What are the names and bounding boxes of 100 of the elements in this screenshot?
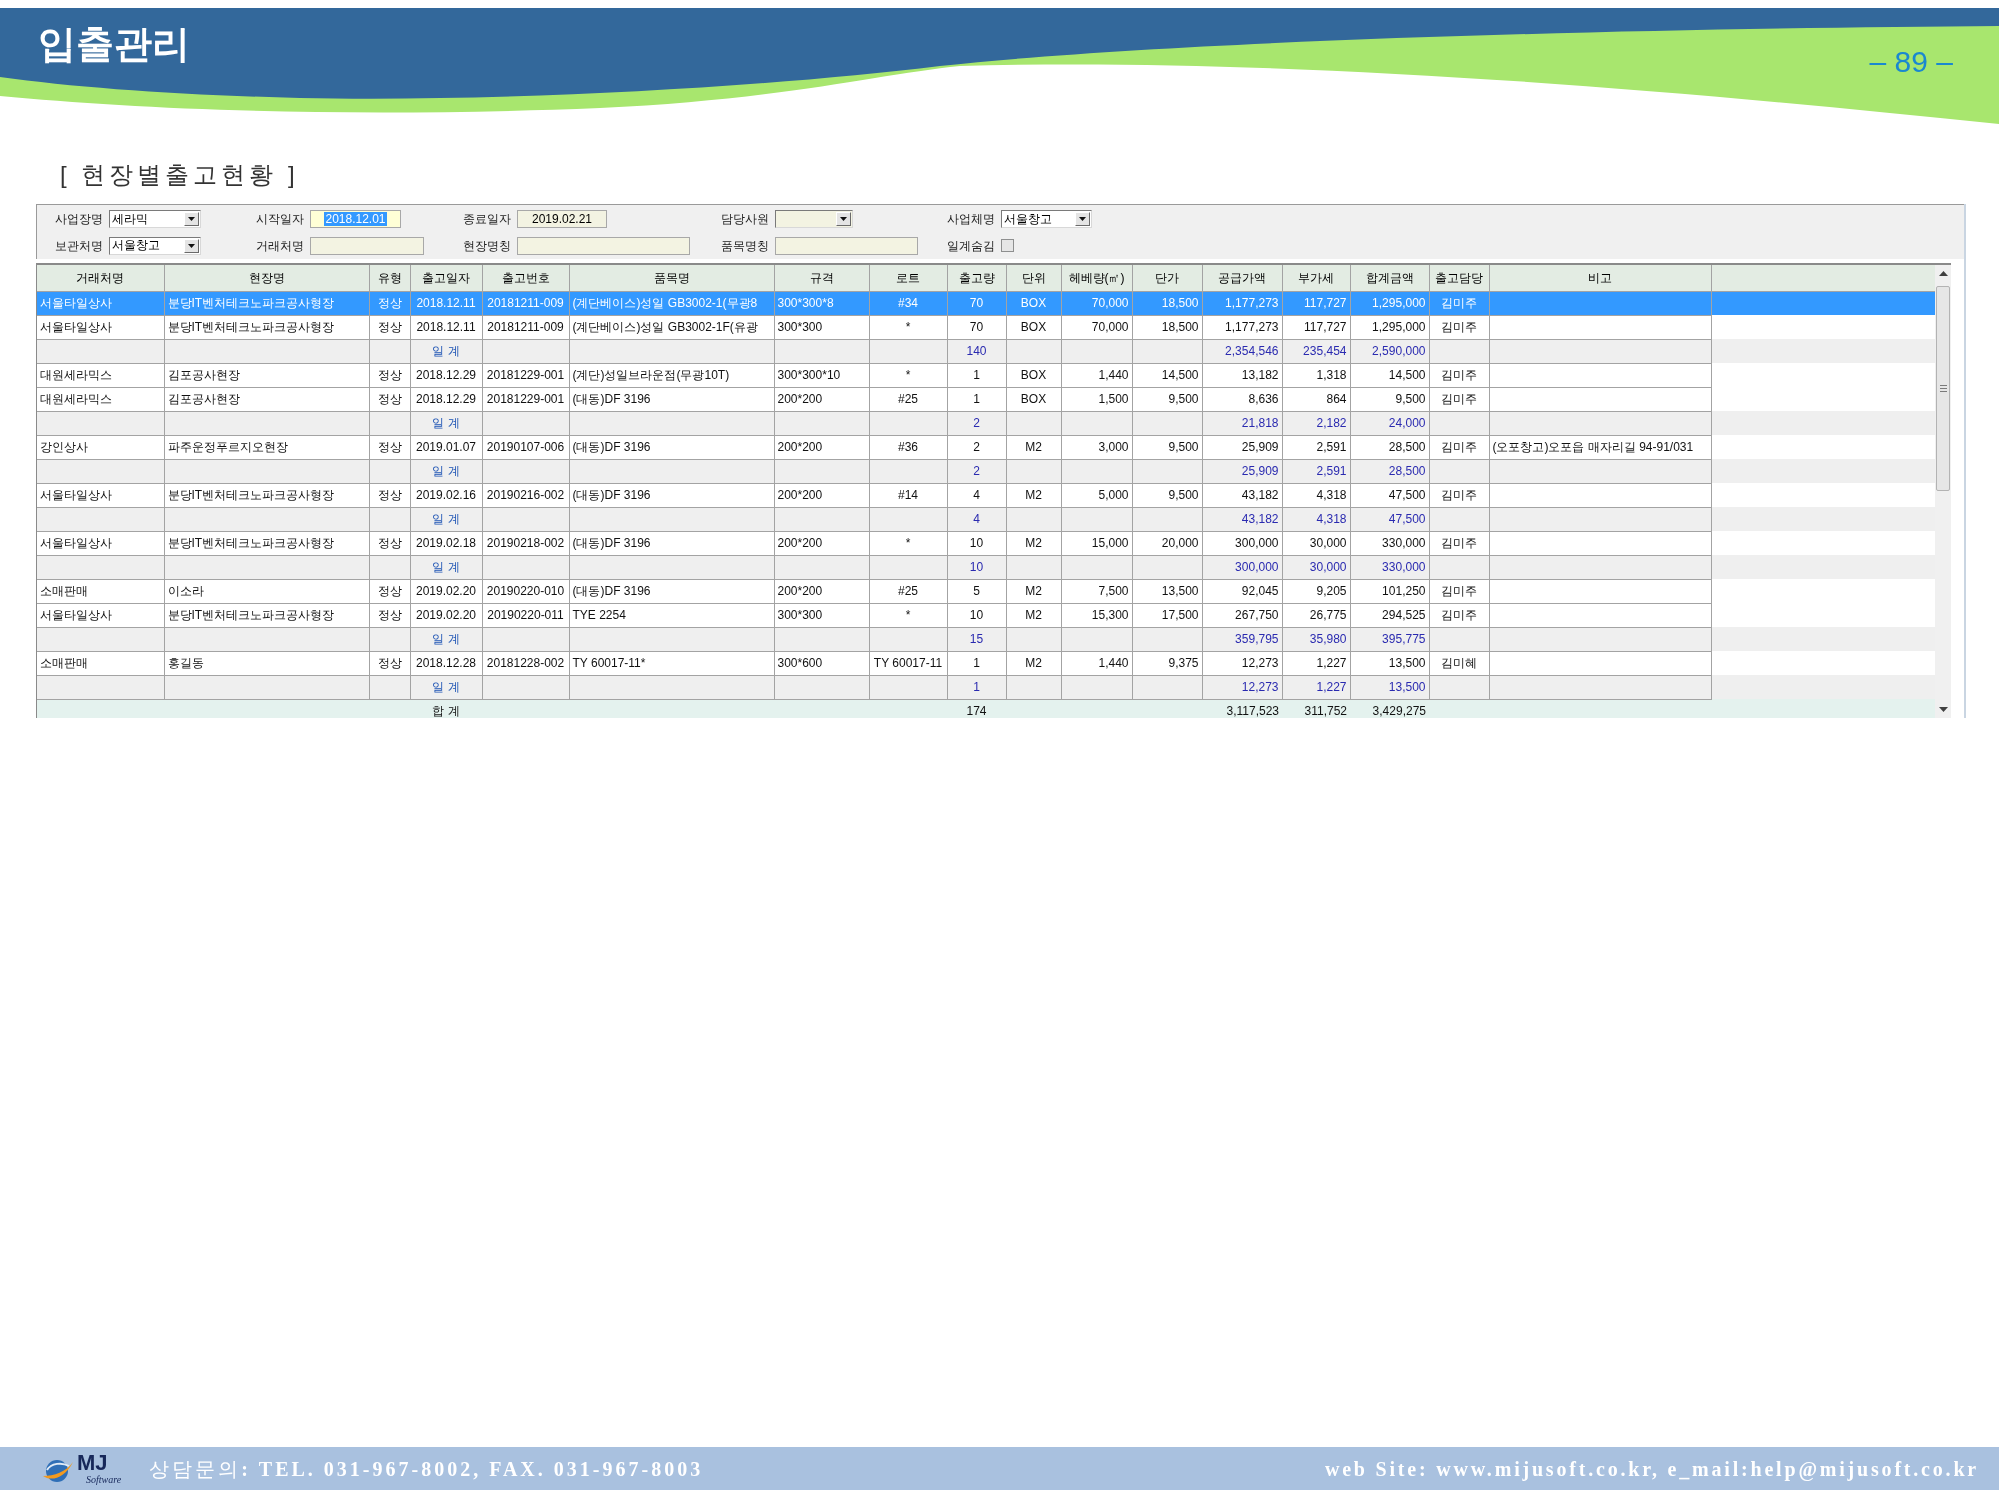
table-cell: 소매판매 [37, 579, 164, 603]
table-cell: 4,318 [1282, 483, 1350, 507]
table-cell: 5,000 [1061, 483, 1132, 507]
table-cell: 2019.02.20 [410, 579, 482, 603]
text-field[interactable] [310, 236, 424, 255]
table-cell: 20181228-002 [482, 651, 569, 675]
table-row[interactable]: 서울타일상사 분당IT벤처테크노파크공사형장 정상 2019.02.16 20190216-002 (대동)DF 3196 200*200 #14 4 M2 5,000 9,500 43,182 4,318 47,500 김미주 [37, 483, 1935, 507]
date-field[interactable]: 2019.02.21 [517, 210, 607, 228]
table-cell: 70,000 [1061, 291, 1132, 315]
table-cell: 2,591 [1282, 435, 1350, 459]
table-cell: 김미혜 [1429, 651, 1489, 675]
text-field[interactable] [517, 236, 690, 255]
table-cell: 정상 [369, 603, 410, 627]
table-cell: 1,440 [1061, 363, 1132, 387]
table-cell: 200*200 [774, 531, 869, 555]
table-cell: 1,295,000 [1350, 315, 1429, 339]
table-cell: 일 계 [410, 411, 482, 435]
table-cell: 김미주 [1429, 363, 1489, 387]
table-cell: 일 계 [410, 675, 482, 699]
combo-box[interactable] [775, 210, 853, 228]
combo-box[interactable]: 세라믹 [109, 210, 201, 228]
table-cell: 김미주 [1429, 315, 1489, 339]
table-cell: 일 계 [410, 507, 482, 531]
text-field[interactable] [775, 236, 918, 255]
table-cell: 김미주 [1429, 603, 1489, 627]
field-label: 시작일자 [256, 211, 304, 228]
table-cell: 174 [947, 699, 1006, 718]
table-cell: 2019.02.16 [410, 483, 482, 507]
table-cell: 300*300*10 [774, 363, 869, 387]
table-row[interactable]: 합 계 174 3,117,523 311,752 3,429,275 [37, 699, 1935, 718]
table-row[interactable]: 서울타일상사 분당IT벤처테크노파크공사형장 정상 2019.02.18 20190218-002 (대동)DF 3196 200*200 * 10 M2 15,000 20,000 300,000 30,000 330,000 김미주 [37, 531, 1935, 555]
table-cell: #14 [869, 483, 947, 507]
table-cell: 864 [1282, 387, 1350, 411]
table-row[interactable]: 일 계 140 2,354,546 235,454 2,590,000 [37, 339, 1935, 363]
table-cell: 1,227 [1282, 651, 1350, 675]
table-cell: 200*200 [774, 579, 869, 603]
table-cell: 1,318 [1282, 363, 1350, 387]
table-row[interactable]: 일 계 10 300,000 30,000 330,000 [37, 555, 1935, 579]
table-cell: 70,000 [1061, 315, 1132, 339]
scroll-up-icon[interactable] [1938, 271, 1948, 276]
table-row[interactable]: 일 계 2 21,818 2,182 24,000 [37, 411, 1935, 435]
table-cell: 김미주 [1429, 435, 1489, 459]
table-cell: 20190107-006 [482, 435, 569, 459]
field-label: 종료일자 [463, 211, 511, 228]
table-row[interactable]: 소매판매 홍길동 정상 2018.12.28 20181228-002 TY 60017-11* 300*600 TY 60017-11 1 M2 1,440 9,375 12,273 1,227 13,500 김미혜 [37, 651, 1935, 675]
combo-box[interactable]: 서울창고 [1001, 210, 1092, 228]
table-cell: 17,500 [1132, 603, 1202, 627]
dropdown-button[interactable] [836, 212, 851, 226]
checkbox[interactable] [1001, 239, 1014, 252]
table-cell: 2019.01.07 [410, 435, 482, 459]
table-cell: 1 [947, 363, 1006, 387]
table-cell: 일 계 [410, 339, 482, 363]
scroll-thumb[interactable] [1936, 286, 1950, 491]
dropdown-button[interactable] [1075, 212, 1090, 226]
table-cell: 2 [947, 435, 1006, 459]
table-cell: 분당IT벤처테크노파크공사형장 [164, 531, 369, 555]
table-row[interactable]: 서울타일상사 분당IT벤처테크노파크공사형장 정상 2019.02.20 20190220-011 TYE 2254 300*300 * 10 M2 15,300 17,500 267,750 26,775 294,525 김미주 [37, 603, 1935, 627]
table-row[interactable]: 일 계 2 25,909 2,591 28,500 [37, 459, 1935, 483]
table-cell: 43,182 [1202, 483, 1282, 507]
dropdown-button[interactable] [184, 238, 199, 253]
table-cell: 김포공사현장 [164, 387, 369, 411]
table-cell: (대동)DF 3196 [569, 579, 774, 603]
table-cell: 2018.12.29 [410, 387, 482, 411]
table-cell: 140 [947, 339, 1006, 363]
column-header: 현장명 [164, 265, 369, 291]
table-row[interactable]: 일 계 1 12,273 1,227 13,500 [37, 675, 1935, 699]
scrollbar[interactable] [1935, 263, 1951, 718]
table-cell: 파주운정푸르지오현장 [164, 435, 369, 459]
table-cell: (대동)DF 3196 [569, 387, 774, 411]
table-cell: 분당IT벤처테크노파크공사형장 [164, 315, 369, 339]
table-cell: 김미주 [1429, 291, 1489, 315]
table-cell: 24,000 [1350, 411, 1429, 435]
table-cell: 25,909 [1202, 459, 1282, 483]
column-header: 헤베량(㎡) [1061, 265, 1132, 291]
field-label: 사업장명 [55, 211, 103, 228]
table-cell: 330,000 [1350, 531, 1429, 555]
table-row[interactable]: 일 계 4 43,182 4,318 47,500 [37, 507, 1935, 531]
scroll-down-icon[interactable] [1938, 707, 1948, 712]
table-cell: 정상 [369, 291, 410, 315]
table-cell: 정상 [369, 579, 410, 603]
table-row[interactable]: 서울타일상사 분당IT벤처테크노파크공사형장 정상 2018.12.11 20181211-009 (계단베이스)성일 GB3002-1F(유광 300*300 * 70 BOX 70,000 18,500 1,177,273 117,727 1,295,000 김미주 [37, 315, 1935, 339]
dropdown-button[interactable] [184, 212, 199, 226]
combo-box[interactable]: 서울창고 [109, 236, 201, 255]
table-cell: 김미주 [1429, 579, 1489, 603]
table-cell: 1,177,273 [1202, 315, 1282, 339]
table-cell: 43,182 [1202, 507, 1282, 531]
table-cell: 395,775 [1350, 627, 1429, 651]
table-row[interactable]: 대원세라믹스 김포공사현장 정상 2018.12.29 20181229-001 (대동)DF 3196 200*200 #25 1 BOX 1,500 9,500 8,636 864 9,500 김미주 [37, 387, 1935, 411]
table-row[interactable]: 일 계 15 359,795 35,980 395,775 [37, 627, 1935, 651]
table-row[interactable]: 대원세라믹스 김포공사현장 정상 2018.12.29 20181229-001 (계단)성일브라운점(무광10T) 300*300*10 * 1 BOX 1,440 14,500 13,182 1,318 14,500 김미주 [37, 363, 1935, 387]
table-cell: 9,205 [1282, 579, 1350, 603]
table-row[interactable]: 소매판매 이소라 정상 2019.02.20 20190220-010 (대동)DF 3196 200*200 #25 5 M2 7,500 13,500 92,045 9,205 101,250 김미주 [37, 579, 1935, 603]
table-cell: BOX [1006, 291, 1061, 315]
page-number: – 89 – [1869, 45, 1953, 79]
table-cell: (대동)DF 3196 [569, 531, 774, 555]
table-row[interactable]: 강인상사 파주운정푸르지오현장 정상 2019.01.07 20190107-006 (대동)DF 3196 200*200 #36 2 M2 3,000 9,500 25,909 2,591 28,500 김미주 (오포창고)오포읍 매자리길 94-91/031 [37, 435, 1935, 459]
column-header: 거래처명 [37, 265, 164, 291]
table-cell: 13,182 [1202, 363, 1282, 387]
table-cell: 294,525 [1350, 603, 1429, 627]
table-cell: 1 [947, 675, 1006, 699]
